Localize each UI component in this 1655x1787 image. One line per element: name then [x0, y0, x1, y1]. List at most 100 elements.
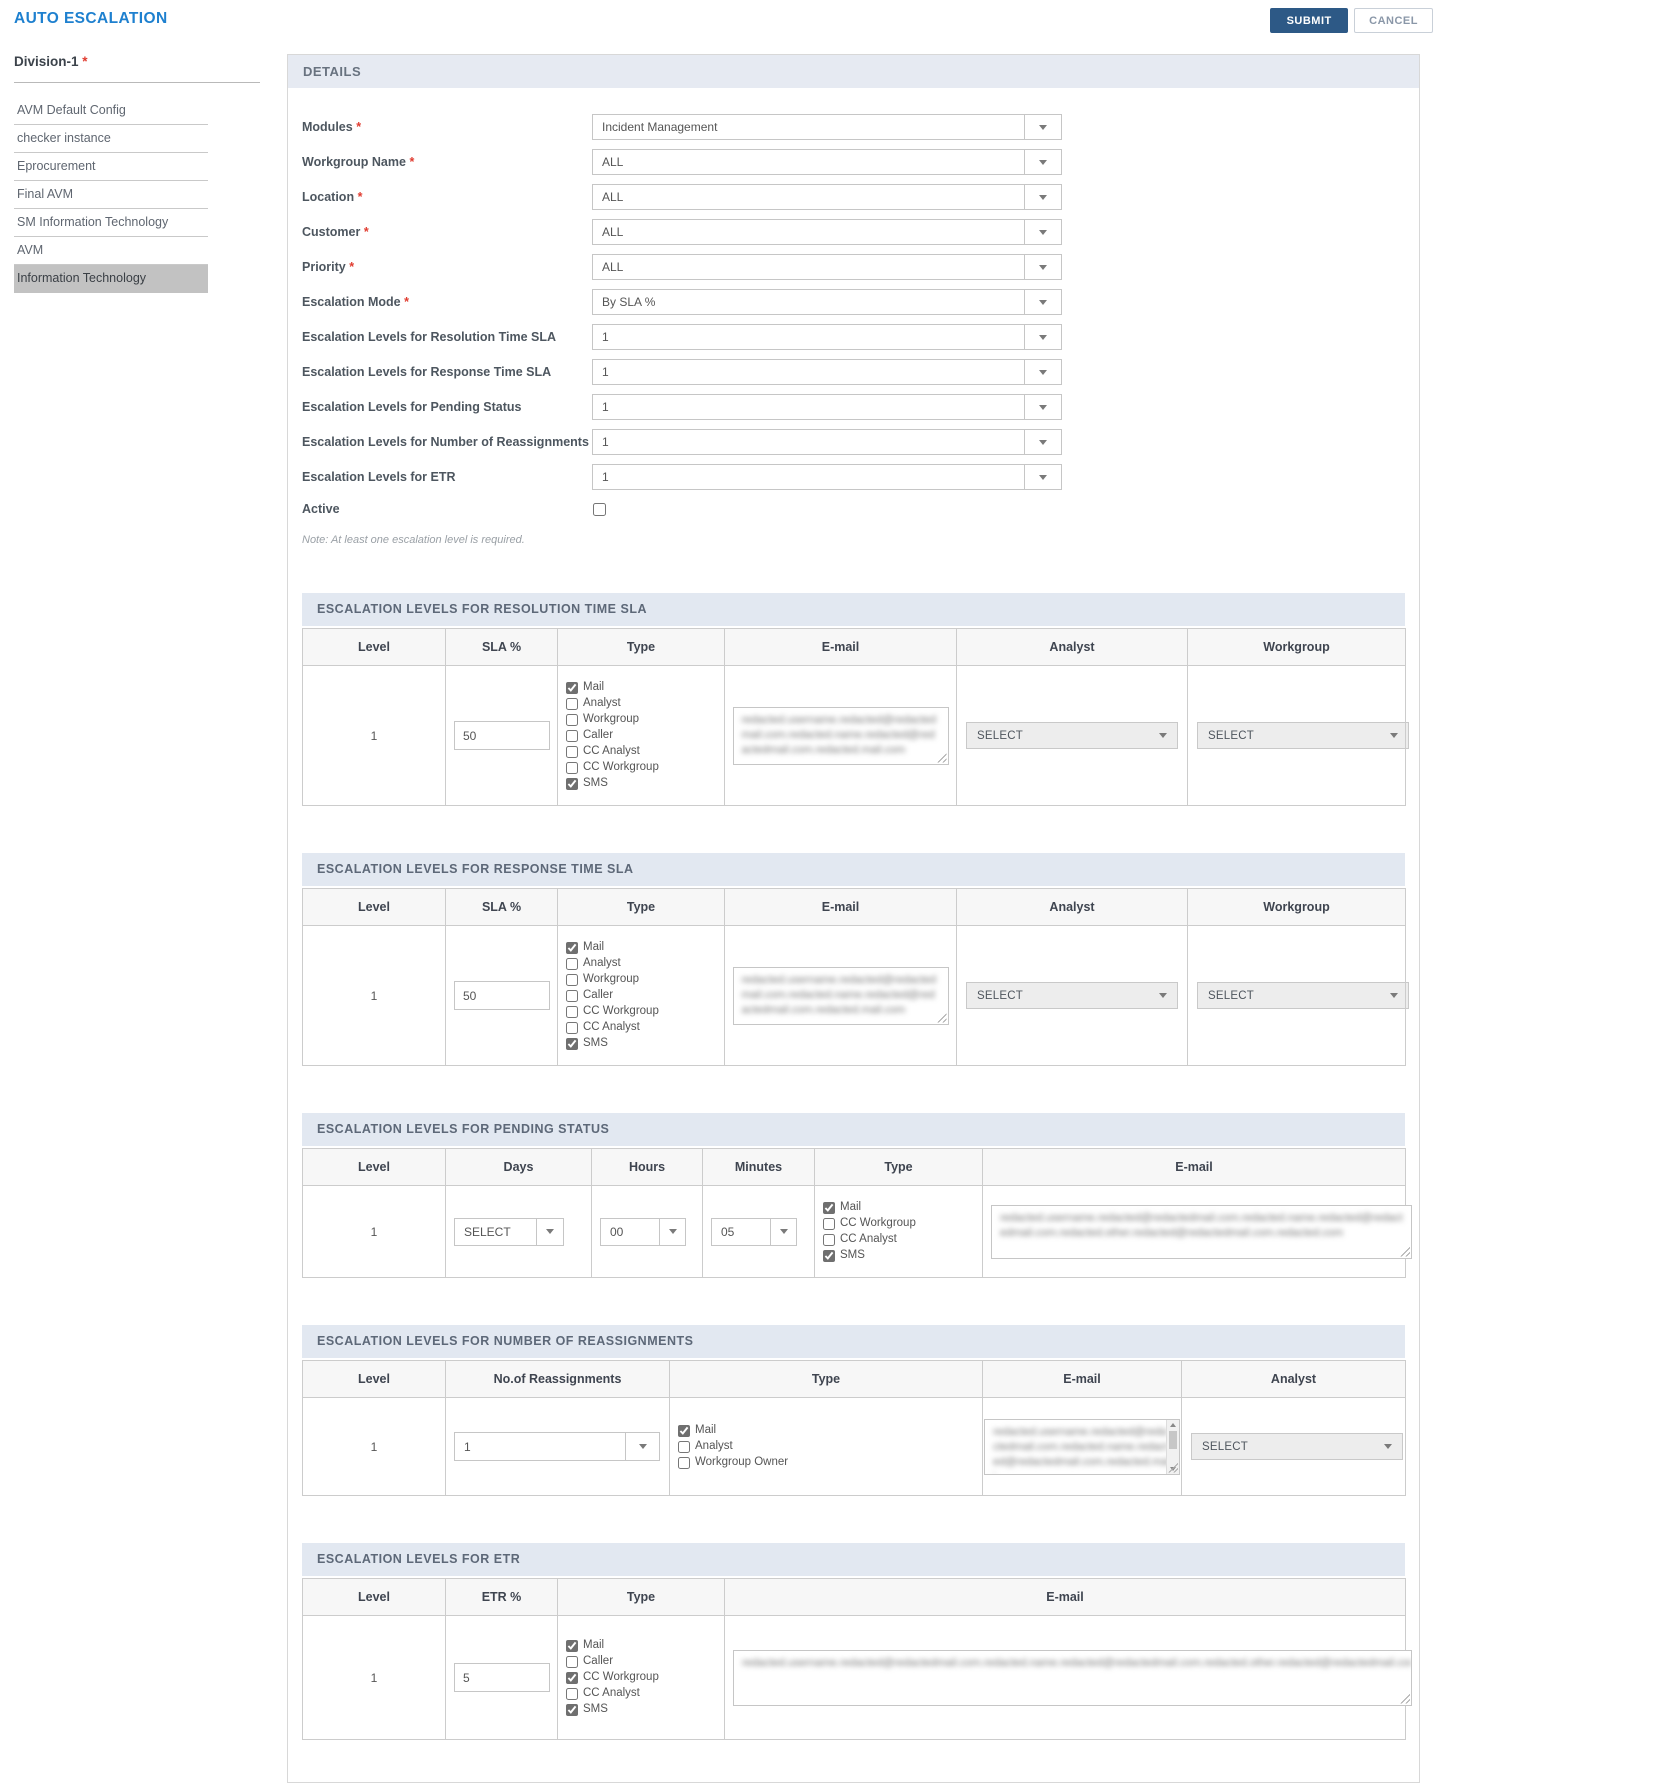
type-checkbox-option[interactable]: CC Analyst	[566, 744, 724, 759]
email-textarea[interactable]: redacted.username.redacted@redactedmail.…	[733, 967, 949, 1025]
type-checkbox[interactable]	[566, 1022, 578, 1034]
type-checkbox[interactable]	[566, 1640, 578, 1652]
select-arrow-button[interactable]	[536, 1219, 563, 1245]
type-checkbox[interactable]	[823, 1202, 835, 1214]
type-checkbox-option[interactable]: SMS	[566, 776, 724, 791]
type-checkbox[interactable]	[678, 1425, 690, 1437]
sidebar-item[interactable]: Information Technology	[14, 265, 208, 293]
type-checkbox[interactable]	[566, 778, 578, 790]
field-select[interactable]: By SLA %	[592, 289, 1062, 315]
select-arrow-button[interactable]	[1024, 290, 1061, 314]
type-checkbox[interactable]	[566, 698, 578, 710]
type-checkbox-option[interactable]: Workgroup	[566, 712, 724, 727]
email-textarea[interactable]: redacted.username.redacted@redactedmail.…	[733, 1650, 1412, 1706]
sidebar-item[interactable]: SM Information Technology	[14, 209, 208, 237]
type-checkbox-option[interactable]: CC Analyst	[823, 1232, 982, 1247]
field-select[interactable]: ALL	[592, 219, 1062, 245]
type-checkbox[interactable]	[823, 1250, 835, 1262]
type-checkbox-option[interactable]: Analyst	[566, 696, 724, 711]
reassignments-select[interactable]: 1	[454, 1432, 660, 1461]
sidebar-item[interactable]: checker instance	[14, 125, 208, 153]
field-select[interactable]: ALL	[592, 254, 1062, 280]
type-checkbox-option[interactable]: CC Workgroup	[566, 1670, 724, 1685]
select-arrow-button[interactable]	[625, 1433, 659, 1460]
type-checkbox-option[interactable]: CC Analyst	[566, 1020, 724, 1035]
days-select[interactable]: SELECT	[454, 1218, 564, 1246]
type-checkbox-option[interactable]: Workgroup	[566, 972, 724, 987]
type-checkbox[interactable]	[566, 958, 578, 970]
field-select[interactable]: 1	[592, 394, 1062, 420]
select-arrow-button[interactable]	[1024, 360, 1061, 384]
type-checkbox[interactable]	[566, 1672, 578, 1684]
email-textarea[interactable]: redacted.username.redacted@redactedmail.…	[733, 707, 949, 765]
type-checkbox-option[interactable]: SMS	[566, 1702, 724, 1717]
analyst-select[interactable]: SELECT	[966, 722, 1178, 749]
type-checkbox[interactable]	[566, 730, 578, 742]
sidebar-item[interactable]: Final AVM	[14, 181, 208, 209]
hours-select[interactable]: 00	[600, 1218, 686, 1246]
select-arrow-button[interactable]	[1024, 255, 1061, 279]
field-select[interactable]: Incident Management	[592, 114, 1062, 140]
select-arrow-button[interactable]	[1024, 325, 1061, 349]
type-checkbox-option[interactable]: CC Workgroup	[566, 1004, 724, 1019]
type-checkbox-option[interactable]: Workgroup Owner	[678, 1455, 982, 1470]
type-checkbox[interactable]	[566, 1006, 578, 1018]
field-select[interactable]: ALL	[592, 184, 1062, 210]
email-textarea[interactable]: redacted.username.redacted@redactedmail.…	[991, 1205, 1412, 1259]
type-checkbox[interactable]	[566, 1038, 578, 1050]
field-select[interactable]: 1	[592, 429, 1062, 455]
type-checkbox-option[interactable]: Caller	[566, 988, 724, 1003]
submit-button[interactable]: SUBMIT	[1270, 8, 1348, 33]
sla-percent-input[interactable]	[454, 721, 550, 750]
type-checkbox-option[interactable]: Mail	[823, 1200, 982, 1215]
type-checkbox-option[interactable]: CC Workgroup	[823, 1216, 982, 1231]
type-checkbox-option[interactable]: SMS	[566, 1036, 724, 1051]
field-select[interactable]: 1	[592, 464, 1062, 490]
type-checkbox-option[interactable]: Mail	[566, 680, 724, 695]
analyst-select[interactable]: SELECT	[1191, 1433, 1403, 1460]
type-checkbox-option[interactable]: Analyst	[678, 1439, 982, 1454]
sidebar-item[interactable]: AVM	[14, 237, 208, 265]
type-checkbox-option[interactable]: Caller	[566, 1654, 724, 1669]
type-checkbox[interactable]	[566, 1704, 578, 1716]
sla-percent-input[interactable]	[454, 981, 550, 1010]
type-checkbox[interactable]	[678, 1457, 690, 1469]
select-arrow-button[interactable]	[1024, 465, 1061, 489]
type-checkbox[interactable]	[823, 1234, 835, 1246]
type-checkbox-option[interactable]: Mail	[566, 1638, 724, 1653]
type-checkbox[interactable]	[566, 682, 578, 694]
select-arrow-button[interactable]	[1024, 115, 1061, 139]
type-checkbox-option[interactable]: CC Analyst	[566, 1686, 724, 1701]
type-checkbox[interactable]	[566, 1656, 578, 1668]
sidebar-item[interactable]: AVM Default Config	[14, 97, 208, 125]
workgroup-select[interactable]: SELECT	[1197, 722, 1409, 749]
field-select[interactable]: ALL	[592, 149, 1062, 175]
etr-percent-input[interactable]	[454, 1663, 550, 1692]
type-checkbox-option[interactable]: CC Workgroup	[566, 760, 724, 775]
type-checkbox[interactable]	[566, 746, 578, 758]
email-textarea[interactable]: redacted.username.redacted@redactedmail.…	[984, 1419, 1180, 1475]
type-checkbox-option[interactable]: Caller	[566, 728, 724, 743]
type-checkbox-option[interactable]: SMS	[823, 1248, 982, 1263]
type-checkbox-option[interactable]: Mail	[566, 940, 724, 955]
type-checkbox[interactable]	[566, 714, 578, 726]
select-arrow-button[interactable]	[1024, 395, 1061, 419]
field-select[interactable]: 1	[592, 324, 1062, 350]
type-checkbox[interactable]	[566, 974, 578, 986]
select-arrow-button[interactable]	[1024, 185, 1061, 209]
type-checkbox[interactable]	[566, 762, 578, 774]
type-checkbox[interactable]	[823, 1218, 835, 1230]
select-arrow-button[interactable]	[1024, 150, 1061, 174]
select-arrow-button[interactable]	[1024, 220, 1061, 244]
cancel-button[interactable]: CANCEL	[1354, 8, 1433, 33]
type-checkbox-option[interactable]: Mail	[678, 1423, 982, 1438]
scroll-up-icon[interactable]	[1170, 1423, 1176, 1427]
type-checkbox-option[interactable]: Analyst	[566, 956, 724, 971]
minutes-select[interactable]: 05	[711, 1218, 797, 1246]
select-arrow-button[interactable]	[770, 1219, 796, 1245]
analyst-select[interactable]: SELECT	[966, 982, 1178, 1009]
select-arrow-button[interactable]	[1024, 430, 1061, 454]
scrollbar-thumb[interactable]	[1169, 1431, 1177, 1449]
type-checkbox[interactable]	[566, 942, 578, 954]
type-checkbox[interactable]	[678, 1441, 690, 1453]
